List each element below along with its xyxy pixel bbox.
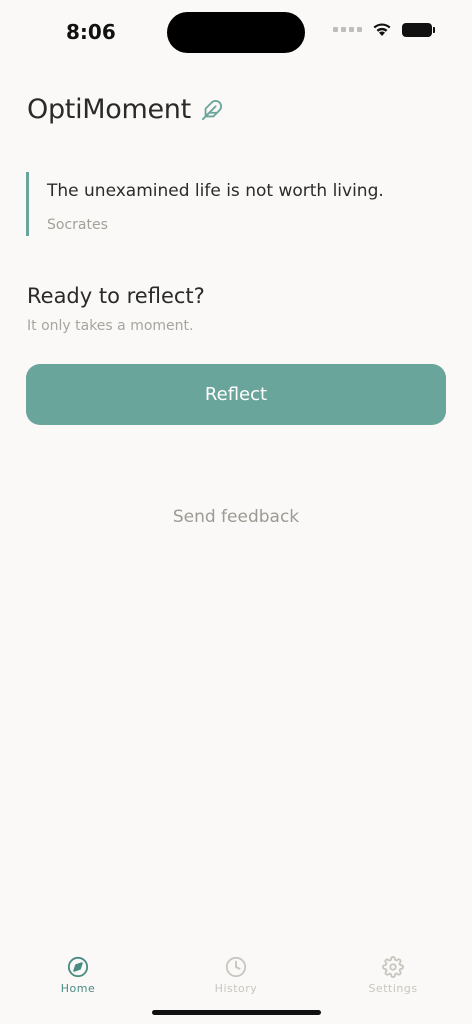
tab-settings-label: Settings [368, 982, 418, 995]
battery-icon [402, 22, 435, 37]
cellular-signal-icon [333, 27, 362, 32]
tab-home-label: Home [60, 982, 96, 995]
dynamic-island [167, 12, 305, 53]
status-time: 8:06 [66, 20, 116, 44]
quote-text: The unexamined life is not worth living. [47, 181, 384, 201]
prompt-subtitle: It only takes a moment. [27, 318, 194, 334]
clock-icon [225, 956, 247, 978]
tab-settings[interactable]: Settings [343, 956, 443, 995]
prompt-title: Ready to reflect? [27, 284, 205, 308]
feather-icon [201, 99, 222, 120]
gear-icon [382, 956, 404, 978]
app-title: OptiMoment [27, 94, 191, 125]
header: OptiMoment [27, 94, 223, 125]
send-feedback-link[interactable]: Send feedback [0, 507, 472, 527]
quote-block: The unexamined life is not worth living.… [26, 172, 446, 236]
reflect-button[interactable]: Reflect [26, 364, 446, 425]
quote-author: Socrates [47, 217, 108, 233]
tab-history[interactable]: History [186, 956, 286, 995]
home-indicator[interactable] [152, 1010, 321, 1015]
compass-icon [67, 956, 89, 978]
status-bar: 8:06 [0, 0, 472, 64]
tab-history-label: History [214, 982, 258, 995]
wifi-icon [373, 23, 391, 36]
status-icons [333, 22, 435, 37]
tab-home[interactable]: Home [28, 956, 128, 995]
